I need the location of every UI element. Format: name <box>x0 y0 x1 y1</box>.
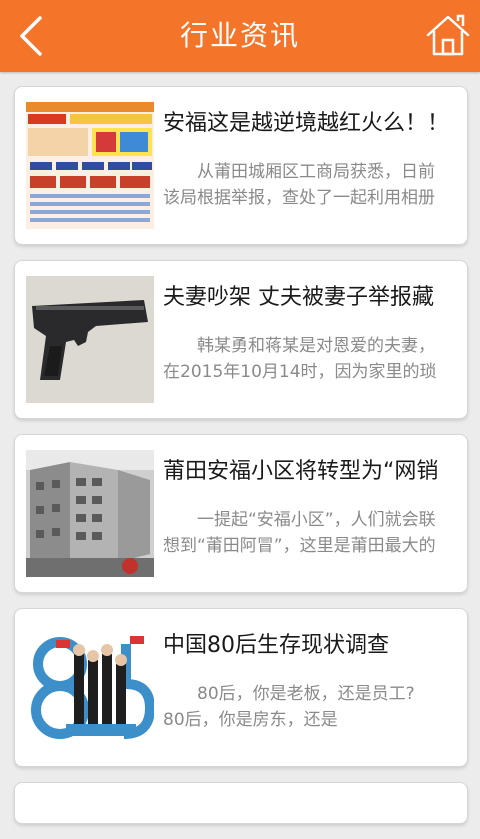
news-item[interactable]: 安福这是越逆境越红火么！！ 从莆田城厢区工商局获悉，日前该局根据举报，查处了一起… <box>14 86 468 245</box>
top-bar: 行业资讯 <box>0 0 480 72</box>
news-list: 安福这是越逆境越红火么！！ 从莆田城厢区工商局获悉，日前该局根据举报，查处了一起… <box>14 86 468 839</box>
news-thumbnail <box>26 624 154 751</box>
page-title: 行业资讯 <box>179 19 300 52</box>
news-title: 中国80后生存现状调查 <box>163 633 389 658</box>
news-title: 安福这是越逆境越红火么！！ <box>163 111 450 136</box>
news-item[interactable] <box>14 782 468 824</box>
news-thumbnail <box>26 276 154 403</box>
home-button[interactable] <box>422 10 474 62</box>
home-icon <box>426 14 470 56</box>
news-thumbnail <box>26 102 154 229</box>
news-item[interactable]: 中国80后生存现状调查 80后，你是老板，还是员工? 80后，你是房东，还是 <box>14 608 468 767</box>
news-summary: 从莆田城厢区工商局获悉，日前该局根据举报，查处了一起利用相册 <box>163 162 435 208</box>
news-item[interactable]: 莆田安福小区将转型为“网销 一提起“安福小区”，人们就会联想到“莆田阿冒”，这里… <box>14 434 468 593</box>
news-title: 夫妻吵架 丈夫被妻子举报藏 <box>163 285 434 310</box>
news-summary: 一提起“安福小区”，人们就会联想到“莆田阿冒”，这里是莆田最大的 <box>163 510 436 556</box>
news-title: 莆田安福小区将转型为“网销 <box>163 459 439 484</box>
news-summary: 韩某勇和蒋某是对恩爱的夫妻，在2015年10月14时，因为家里的琐 <box>163 336 437 382</box>
news-item[interactable]: 夫妻吵架 丈夫被妻子举报藏 韩某勇和蒋某是对恩爱的夫妻，在2015年10月14时… <box>14 260 468 419</box>
news-thumbnail <box>26 450 154 577</box>
news-summary: 80后，你是老板，还是员工? 80后，你是房东，还是 <box>163 684 439 730</box>
